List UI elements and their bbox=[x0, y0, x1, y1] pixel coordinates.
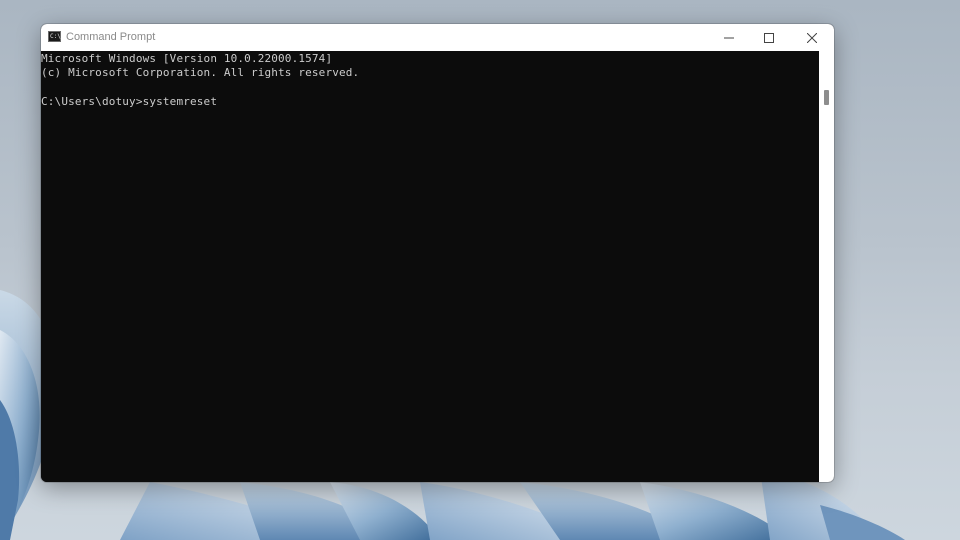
terminal-line-command: C:\Users\dotuy>systemreset bbox=[41, 95, 218, 108]
command-prompt-window: C:\ Command Prompt Microsoft Windows [Ve… bbox=[41, 24, 834, 482]
close-button[interactable] bbox=[790, 24, 834, 51]
cmd-icon[interactable]: C:\ bbox=[48, 31, 61, 42]
terminal-line-version: Microsoft Windows [Version 10.0.22000.15… bbox=[41, 52, 333, 65]
window-title: Command Prompt bbox=[66, 31, 156, 43]
terminal-line-copyright: (c) Microsoft Corporation. All rights re… bbox=[41, 66, 360, 79]
maximize-button[interactable] bbox=[747, 24, 791, 51]
scrollbar-thumb[interactable] bbox=[824, 90, 829, 105]
vertical-scrollbar[interactable] bbox=[819, 51, 834, 482]
minimize-button[interactable] bbox=[707, 24, 751, 51]
title-bar[interactable]: C:\ Command Prompt bbox=[41, 24, 834, 51]
close-icon bbox=[807, 32, 817, 43]
maximize-icon bbox=[764, 32, 774, 43]
cmd-icon-glyph: C:\ bbox=[50, 33, 61, 40]
terminal-output[interactable]: Microsoft Windows [Version 10.0.22000.15… bbox=[41, 51, 819, 482]
minimize-icon bbox=[724, 37, 734, 38]
